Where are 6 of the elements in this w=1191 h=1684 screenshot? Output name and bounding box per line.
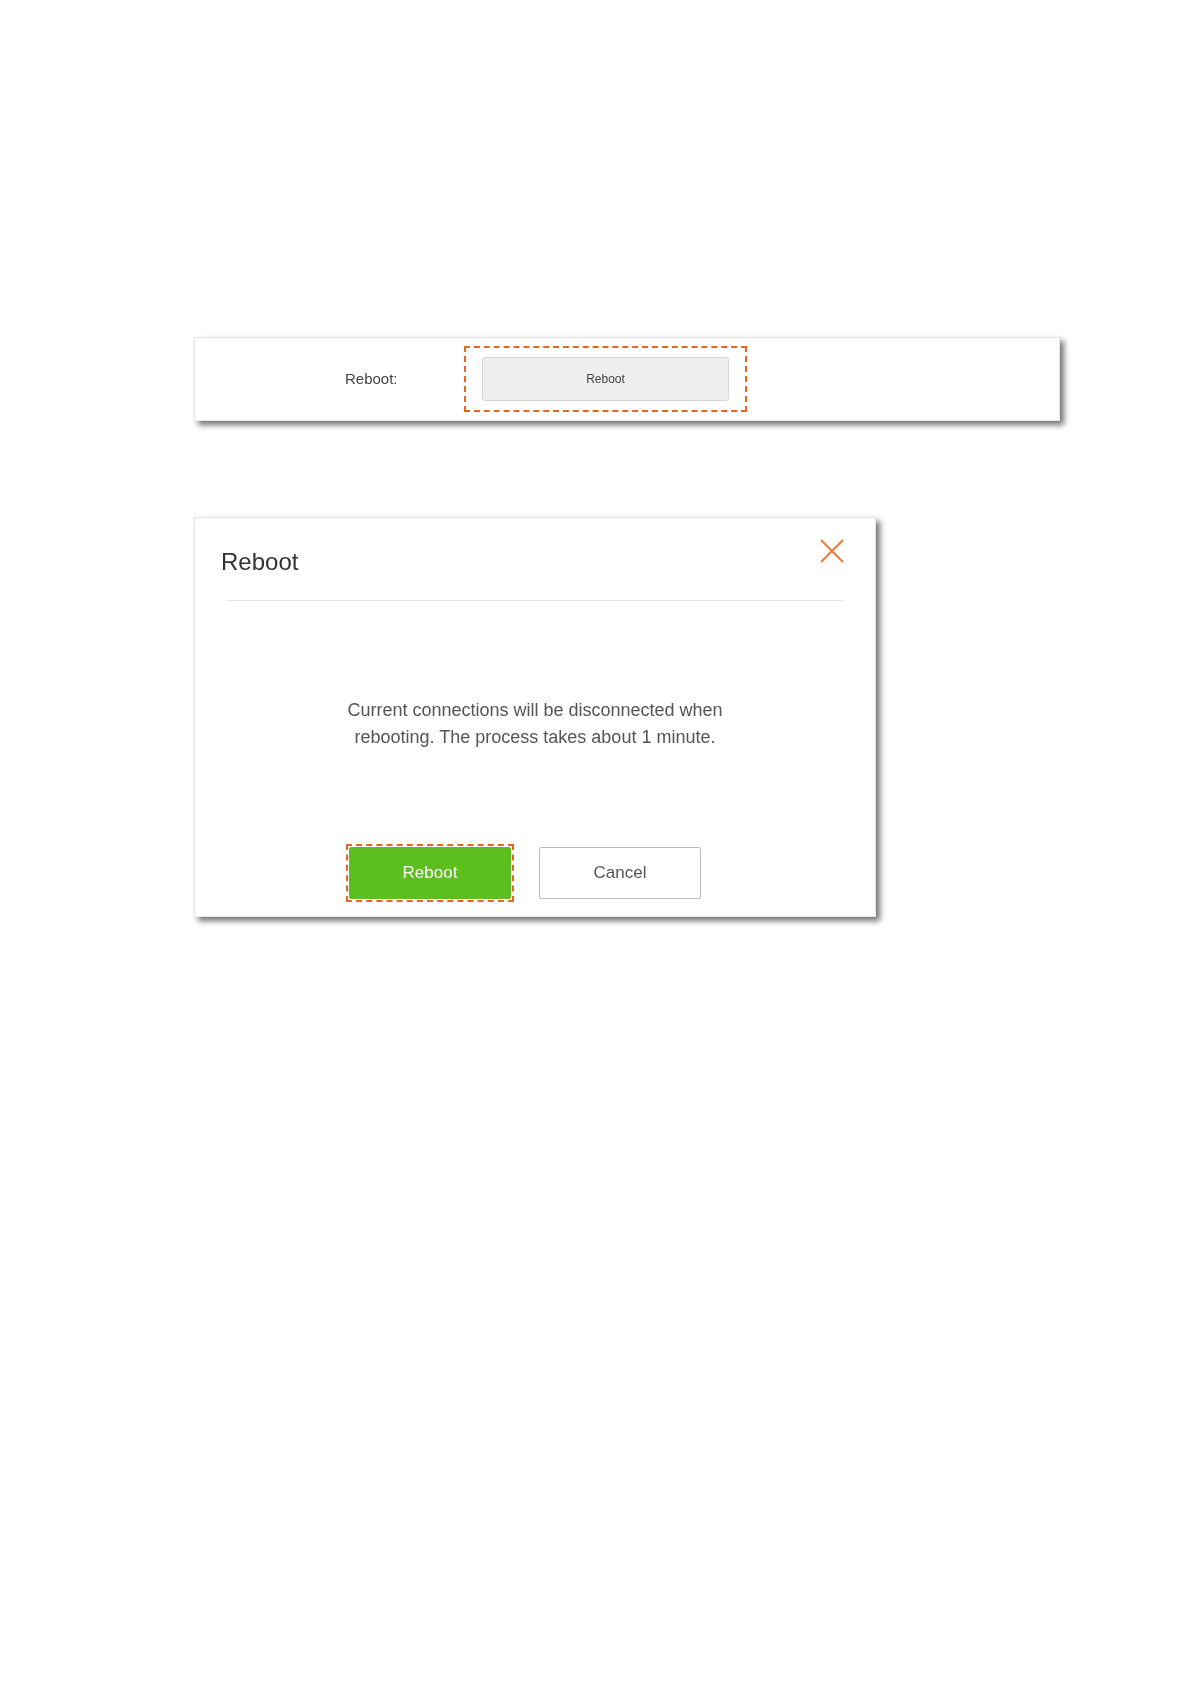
dialog-message: Current connections will be disconnected when rebooting. The process takes about 1 minute.	[346, 699, 724, 749]
cancel-button[interactable]: Cancel	[539, 847, 701, 899]
reboot-label: Reboot:	[345, 368, 399, 389]
reboot-button[interactable]: Reboot	[482, 357, 729, 401]
dialog-title: Reboot	[221, 547, 299, 577]
close-icon[interactable]	[819, 538, 845, 564]
